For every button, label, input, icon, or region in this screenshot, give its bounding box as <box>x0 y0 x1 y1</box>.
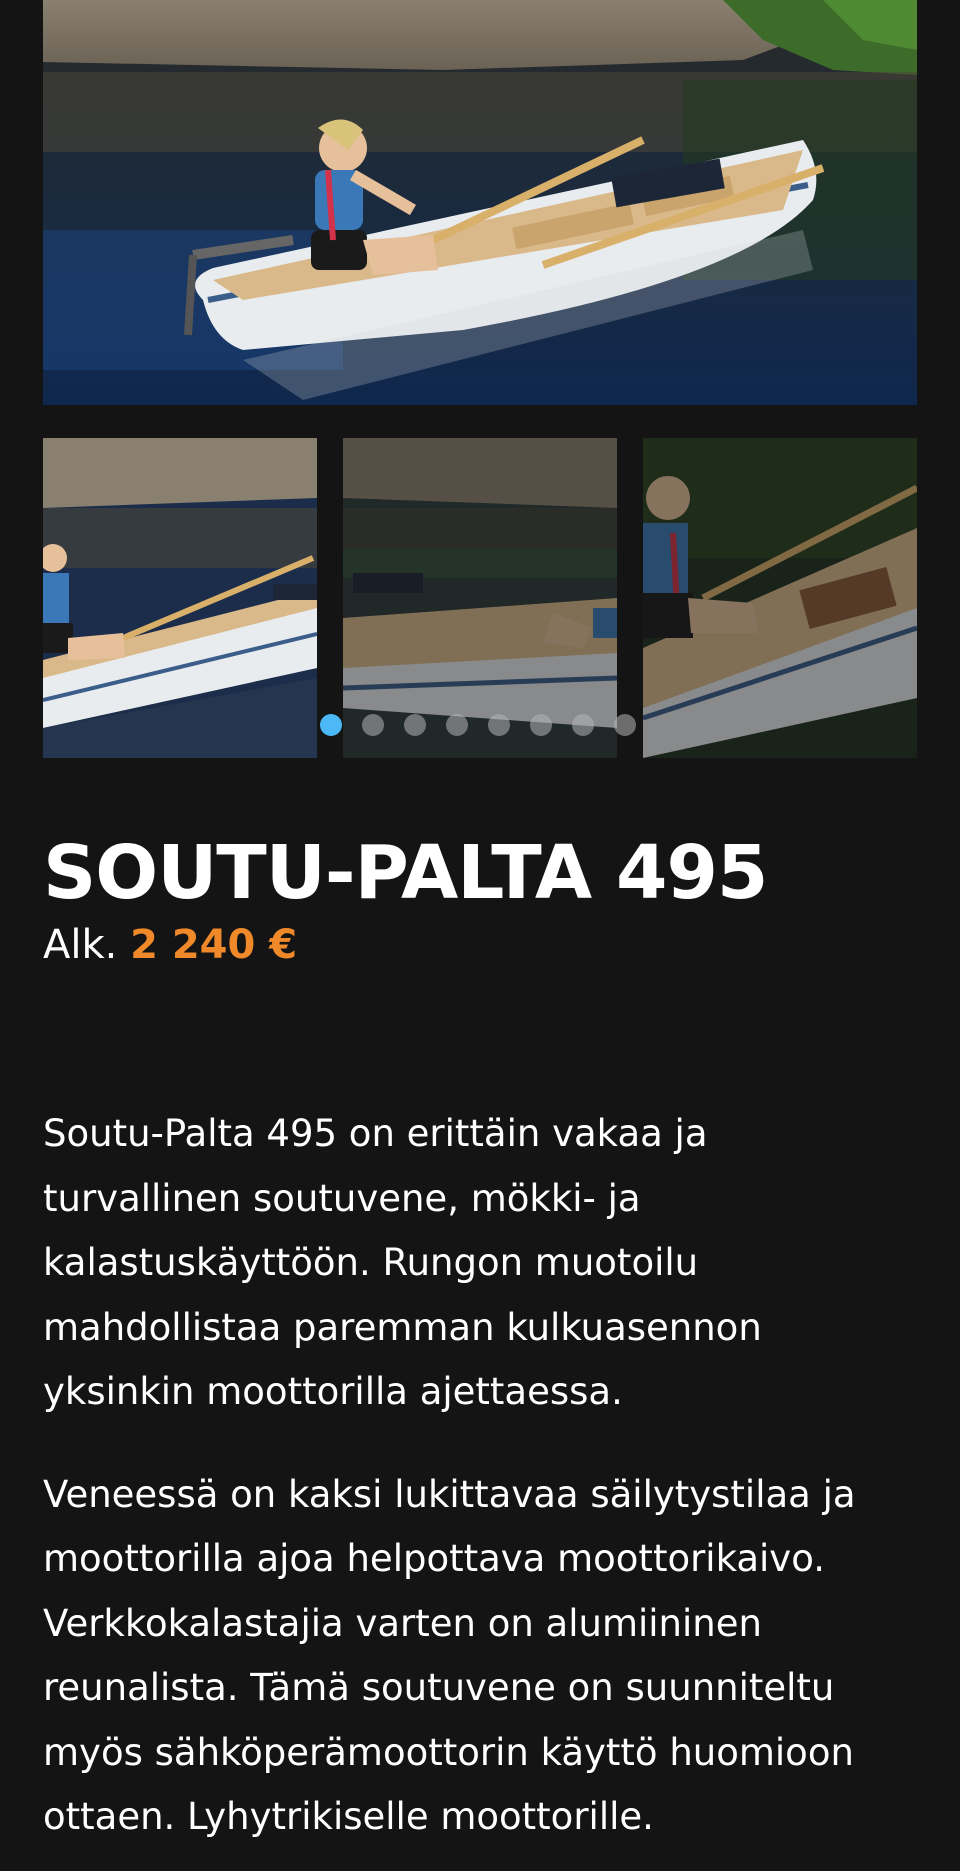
thumbnail-overlay <box>343 438 617 758</box>
product-title: SOUTU-PALTA 495 <box>43 830 768 916</box>
thumbnail-overlay <box>643 438 917 758</box>
carousel-dot-4[interactable] <box>446 714 468 736</box>
description-paragraph: Soutu-Palta 495 on erittäin vakaa ja tur… <box>43 1112 762 1413</box>
carousel-dot-2[interactable] <box>362 714 384 736</box>
price-amount: 2 240 € <box>130 922 298 968</box>
thumbnail-strip <box>43 438 917 758</box>
carousel-dot-7[interactable] <box>572 714 594 736</box>
thumbnail-3[interactable] <box>643 438 917 758</box>
carousel-dot-6[interactable] <box>530 714 552 736</box>
product-page: SOUTU-PALTA 495 Alk. 2 240 € Soutu-Palta… <box>0 0 960 1871</box>
carousel-dot-8[interactable] <box>614 714 636 736</box>
thumbnail-2[interactable] <box>343 438 617 758</box>
boat-photo <box>43 0 917 405</box>
description-paragraph: Veneessä on kaksi lukittavaa säilytystil… <box>43 1472 856 1839</box>
thumbnail-1[interactable] <box>43 438 317 758</box>
product-price: Alk. 2 240 € <box>43 920 297 970</box>
carousel-dot-5[interactable] <box>488 714 510 736</box>
carousel-dot-3[interactable] <box>404 714 426 736</box>
main-product-image[interactable] <box>43 0 917 405</box>
carousel-dot-1[interactable] <box>320 714 342 736</box>
boat-photo-wide <box>43 438 317 758</box>
product-description: Soutu-Palta 495 on erittäin vakaa ja tur… <box>43 1102 917 1850</box>
price-prefix: Alk. <box>43 922 118 968</box>
carousel-pagination <box>320 714 636 736</box>
